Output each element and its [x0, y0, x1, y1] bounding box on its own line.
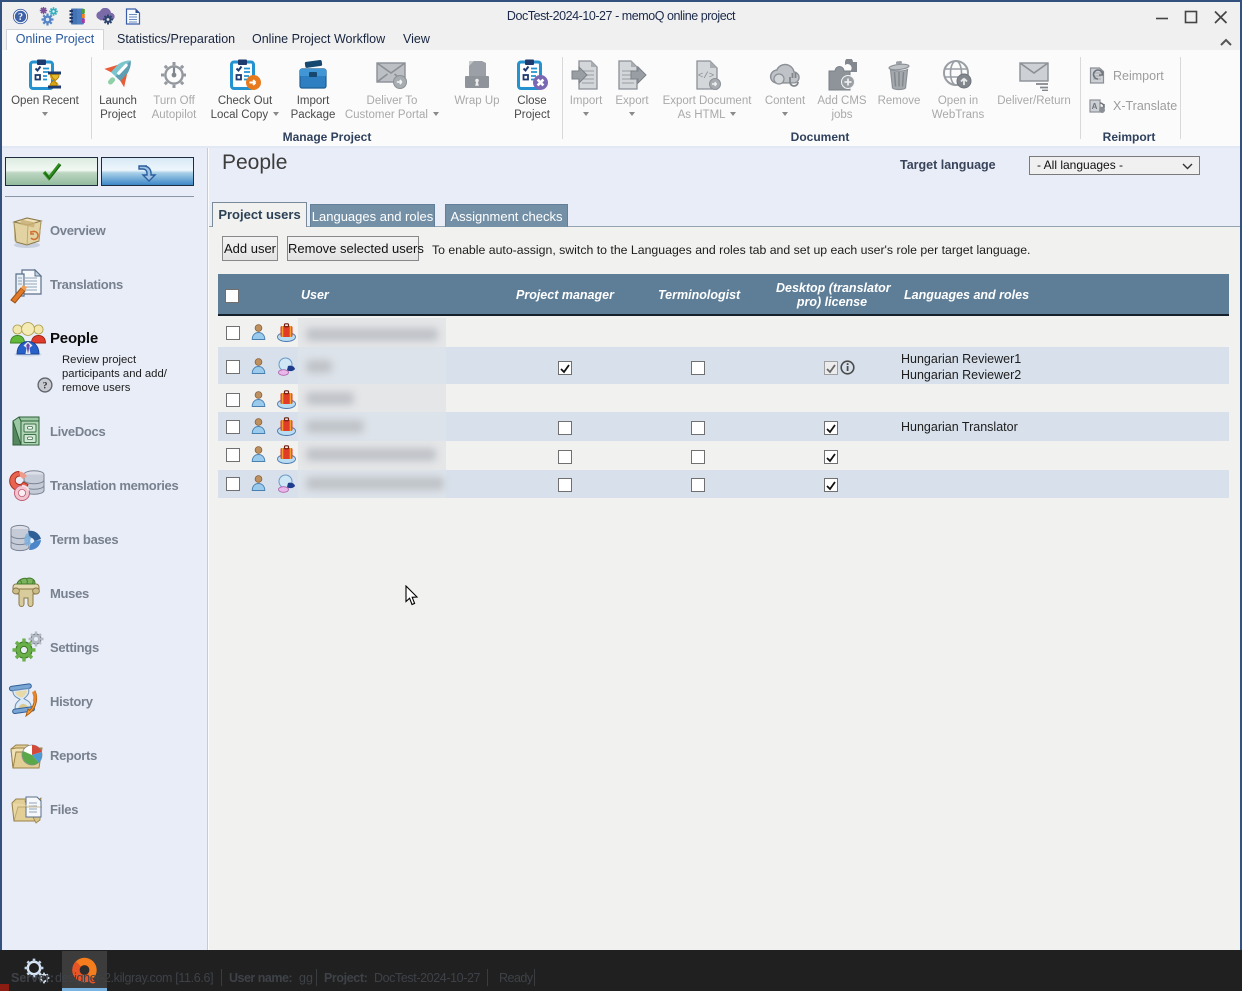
svg-text:A: A — [1092, 102, 1098, 111]
svg-text:?: ? — [18, 12, 23, 23]
svg-text:?: ? — [43, 380, 48, 391]
